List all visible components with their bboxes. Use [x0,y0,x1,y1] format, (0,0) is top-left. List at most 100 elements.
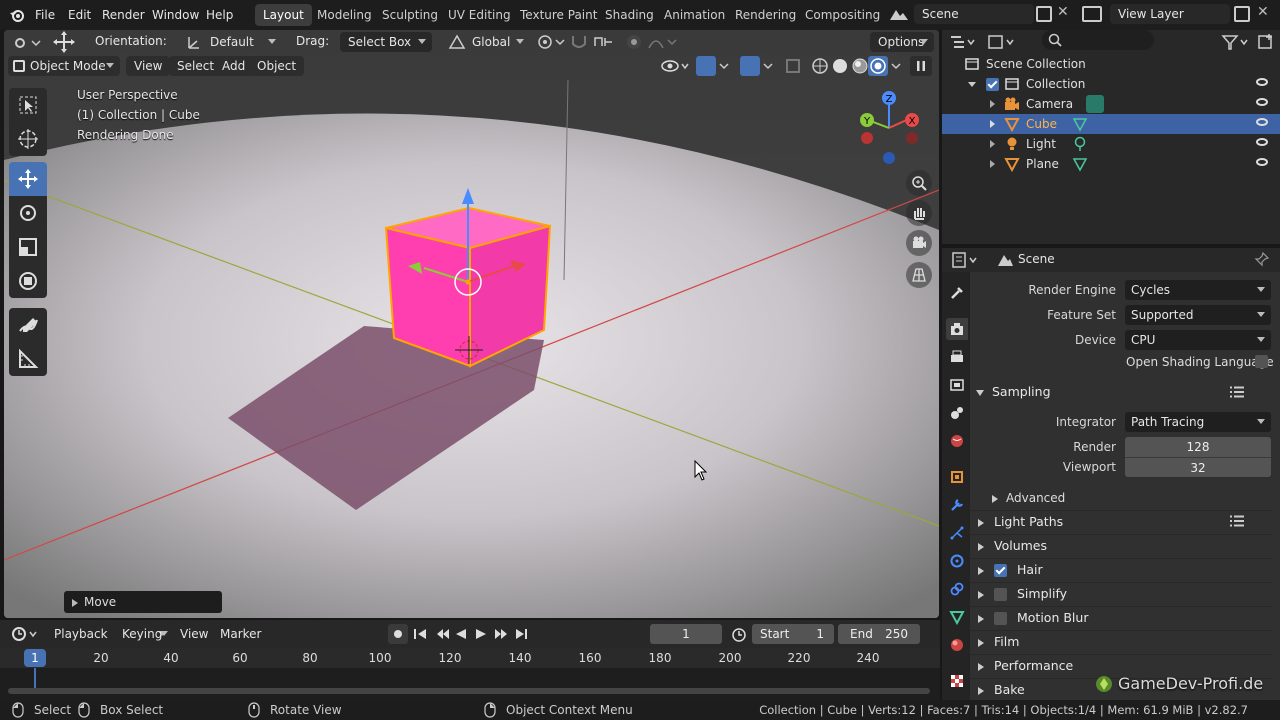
navigation-gizmo[interactable]: Z X Y [856,88,926,164]
close-scene-icon[interactable]: ✕ [1057,4,1069,20]
tool-tab-icon[interactable] [946,282,968,304]
tab-modeling[interactable]: Modeling [309,4,380,26]
filter-icon[interactable] [1220,32,1252,52]
menu-edit[interactable]: Edit [62,4,97,26]
feature-set-dropdown[interactable]: Supported [1125,305,1271,325]
record-button[interactable] [388,624,408,644]
menu-marker[interactable]: Marker [220,627,261,641]
eye-icon[interactable] [1256,78,1268,86]
preview-range-icon[interactable] [730,625,748,643]
pause-render-icon[interactable] [910,56,932,76]
wireframe-shading-icon[interactable] [810,56,830,76]
outliner-row-cube[interactable]: Cube [942,114,1280,134]
material-tab-icon[interactable] [946,634,968,656]
outliner-row-scene-collection[interactable]: Scene Collection [942,54,1280,74]
outliner-search-input[interactable] [1042,30,1154,50]
viewport-samples-field[interactable]: 32 [1125,457,1271,477]
data-tab-icon[interactable] [946,606,968,628]
zoom-icon[interactable] [906,170,932,196]
presets-list-icon[interactable] [1230,515,1244,527]
eye-icon[interactable] [1256,118,1268,126]
close-view-layer-icon[interactable]: ✕ [1257,4,1269,20]
presets-list-icon[interactable] [1230,386,1244,398]
osl-checkbox[interactable] [1255,355,1268,368]
simplify-checkbox[interactable] [994,588,1007,601]
light-paths-panel-header[interactable]: Light Paths [970,510,1272,532]
rendered-shading-icon[interactable] [868,56,888,76]
constraints-tab-icon[interactable] [946,578,968,600]
cursor-tool[interactable] [9,122,47,156]
menu-keying[interactable]: Keying [114,624,174,644]
render-tab-icon[interactable] [946,318,968,340]
visibility-icon[interactable] [660,56,692,76]
tab-animation[interactable]: Animation [656,4,733,26]
tab-shading[interactable]: Shading [597,4,662,26]
menu-timeline-view[interactable]: View [180,627,208,641]
modifier-tab-icon[interactable] [946,494,968,516]
performance-panel-header[interactable]: Performance [970,654,1272,676]
camera-data-icon[interactable] [1086,95,1104,113]
solid-shading-icon[interactable] [830,56,850,76]
overlay-toggle-icon[interactable] [740,56,760,76]
render-samples-field[interactable]: 128 [1125,437,1271,457]
eye-icon[interactable] [1256,138,1268,146]
timeline-editor-type-icon[interactable] [10,624,40,644]
tab-layout[interactable]: Layout [255,4,312,26]
scene-tab-icon[interactable] [946,402,968,424]
last-operator-panel[interactable]: Move [64,591,222,613]
expand-arrow-icon[interactable] [990,120,995,128]
menu-help[interactable]: Help [200,4,239,26]
scene-name-field[interactable]: Scene [914,4,1034,24]
gizmo-toggle-icon[interactable] [696,56,716,76]
new-scene-icon[interactable] [1036,6,1052,22]
motion-blur-checkbox[interactable] [994,612,1007,625]
tab-rendering[interactable]: Rendering [727,4,804,26]
blender-logo-icon[interactable] [9,7,25,23]
world-tab-icon[interactable] [946,430,968,452]
view-layer-field[interactable]: View Layer [1110,4,1230,24]
pin-icon[interactable] [1254,251,1270,267]
start-frame-field[interactable]: Start 1 [752,624,834,644]
object-tab-icon[interactable] [946,466,968,488]
drag-dropdown[interactable]: Select Box [340,32,432,52]
expand-arrow-icon[interactable] [990,100,995,108]
move-gizmo-icon[interactable] [52,30,76,54]
tab-sculpting[interactable]: Sculpting [374,4,446,26]
current-frame-field[interactable]: 1 [650,624,722,644]
outliner-row-camera[interactable]: Camera [942,94,1280,114]
3d-viewport[interactable]: Orientation: Default Drag: Select Box Gl… [4,30,939,618]
select-box-tool[interactable] [9,88,47,122]
menu-playback[interactable]: Playback [54,627,108,641]
menu-add[interactable]: Add [214,56,254,76]
playhead-frame[interactable]: 1 [24,649,46,667]
outliner-editor-type-icon[interactable] [948,32,978,52]
gizmo-dropdown-icon[interactable] [716,56,732,76]
material-shading-icon[interactable] [850,56,870,76]
expand-arrow-icon[interactable] [990,140,995,148]
pivot-point-icon[interactable] [536,32,566,52]
snap-icon[interactable] [568,32,590,52]
options-dropdown[interactable]: Options [870,32,934,52]
simplify-panel-header[interactable]: Simplify [970,582,1272,604]
outliner-row-light[interactable]: Light [942,134,1280,154]
new-view-layer-icon[interactable] [1234,6,1250,22]
expand-arrow-icon[interactable] [968,82,976,87]
tab-uv-editing[interactable]: UV Editing [440,4,519,26]
light-data-icon[interactable] [1072,136,1088,152]
shading-dropdown-icon[interactable] [888,56,904,76]
menu-window[interactable]: Window [146,4,205,26]
snap-target-icon[interactable] [592,32,620,52]
outliner-row-collection[interactable]: Collection [942,74,1280,94]
falloff-icon[interactable] [646,32,680,52]
expand-arrow-icon[interactable] [990,160,995,168]
move-tool[interactable] [9,162,47,196]
eye-icon[interactable] [1256,158,1268,166]
menu-render[interactable]: Render [96,4,151,26]
camera-view-icon[interactable] [906,230,932,256]
device-dropdown[interactable]: CPU [1125,330,1271,350]
motion-blur-panel-header[interactable]: Motion Blur [970,606,1272,628]
pan-hand-icon[interactable] [906,200,932,226]
rotate-tool[interactable] [9,196,47,230]
tab-texture-paint[interactable]: Texture Paint [512,4,605,26]
menu-object[interactable]: Object [249,56,305,76]
